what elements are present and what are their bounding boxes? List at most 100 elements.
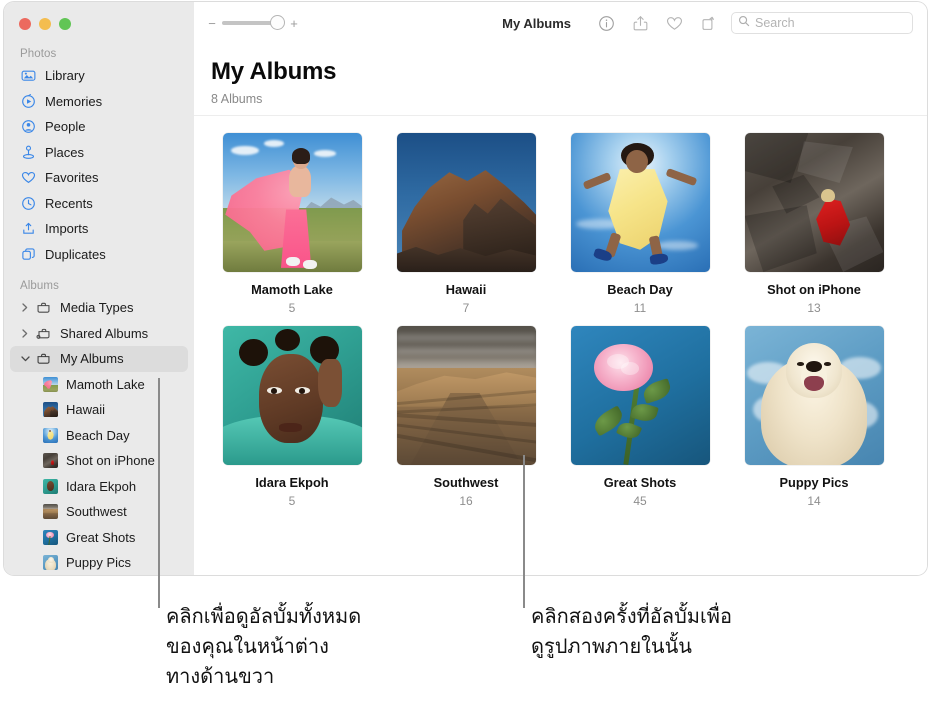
album-count: 14 (807, 494, 820, 508)
sidebar-album-beach-day[interactable]: Beach Day (10, 423, 188, 449)
sidebar-item-places[interactable]: Places (10, 140, 188, 166)
library-icon (20, 67, 37, 84)
minimize-button[interactable] (39, 18, 51, 30)
zoom-out-label[interactable]: − (208, 17, 216, 30)
album-count: 16 (459, 494, 472, 508)
album-item-hawaii[interactable]: Hawaii 7 (379, 133, 553, 315)
callout-line-right (523, 455, 525, 608)
callout-line-left (158, 378, 160, 608)
sidebar-item-people[interactable]: People (10, 114, 188, 140)
album-count: 5 (289, 494, 296, 508)
album-thumbnail[interactable] (571, 326, 710, 465)
sidebar-item-label: Places (45, 145, 84, 160)
sidebar-album-mamoth-lake[interactable]: Mamoth Lake (10, 372, 188, 398)
album-item-great-shots[interactable]: Great Shots 45 (553, 326, 727, 508)
sidebar-item-memories[interactable]: Memories (10, 89, 188, 115)
album-thumbnail (43, 479, 58, 494)
sidebar-item-label: Great Shots (66, 530, 135, 545)
album-grid: Mamoth Lake 5 Hawaii 7 (194, 116, 927, 519)
favorite-icon[interactable] (657, 10, 691, 36)
album-name: Puppy Pics (780, 475, 849, 490)
callout-text-left: คลิกเพื่อดูอัลบั้มทั้งหมด ของคุณในหน้าต่… (166, 601, 506, 691)
album-item-mamoth-lake[interactable]: Mamoth Lake 5 (205, 133, 379, 315)
heart-icon (20, 169, 37, 186)
album-thumbnail[interactable] (397, 133, 536, 272)
album-count-label: 8 Albums (211, 92, 927, 106)
sidebar-group-my-albums[interactable]: My Albums (10, 346, 188, 372)
zoom-slider[interactable]: − + (208, 17, 298, 30)
zoom-slider-knob[interactable] (271, 16, 284, 29)
sidebar-group-media-types[interactable]: Media Types (10, 295, 188, 321)
callout-text-right: คลิกสองครั้งที่อัลบั้มเพื่อ ดูรูปภาพภายใ… (531, 601, 861, 661)
sidebar-item-imports[interactable]: Imports (10, 216, 188, 242)
folder-icon (35, 350, 52, 367)
sidebar-item-label: Southwest (66, 504, 127, 519)
sidebar-item-label: Imports (45, 221, 88, 236)
sidebar-item-label: Hawaii (66, 402, 105, 417)
duplicates-icon (20, 246, 37, 263)
album-thumbnail (43, 530, 58, 545)
albums-section: Albums Media Types (4, 280, 194, 575)
sidebar-item-label: Memories (45, 94, 102, 109)
album-name: Idara Ekpoh (255, 475, 328, 490)
toolbar-right-group: My Albums (502, 2, 913, 44)
sidebar-item-recents[interactable]: Recents (10, 191, 188, 217)
sidebar-item-label: Beach Day (66, 428, 130, 443)
album-thumbnail (43, 428, 58, 443)
sidebar-group-shared-albums[interactable]: Shared Albums (10, 321, 188, 347)
album-thumbnail (43, 504, 58, 519)
sidebar-album-puppy-pics[interactable]: Puppy Pics (10, 550, 188, 575)
sidebar-item-duplicates[interactable]: Duplicates (10, 242, 188, 268)
album-thumbnail[interactable] (397, 326, 536, 465)
album-item-beach-day[interactable]: Beach Day 11 (553, 133, 727, 315)
zoom-button[interactable] (59, 18, 71, 30)
toolbar-title: My Albums (502, 16, 571, 31)
search-icon (738, 14, 750, 32)
album-thumbnail (43, 453, 58, 468)
content-header: My Albums 8 Albums (194, 44, 927, 106)
sidebar-item-favorites[interactable]: Favorites (10, 165, 188, 191)
sidebar-item-library[interactable]: Library (10, 63, 188, 89)
sidebar-item-label: People (45, 119, 85, 134)
album-item-idara-ekpoh[interactable]: Idara Ekpoh 5 (205, 326, 379, 508)
album-thumbnail[interactable] (745, 326, 884, 465)
main-content: − + My Albums (194, 2, 927, 575)
places-icon (20, 144, 37, 161)
close-button[interactable] (19, 18, 31, 30)
album-count: 7 (463, 301, 470, 315)
album-count: 13 (807, 301, 820, 315)
album-thumbnail[interactable] (571, 133, 710, 272)
zoom-slider-track[interactable] (222, 21, 284, 25)
album-thumbnail[interactable] (223, 326, 362, 465)
sidebar-item-label: Puppy Pics (66, 555, 131, 570)
album-thumbnail (43, 402, 58, 417)
sidebar-album-southwest[interactable]: Southwest (10, 499, 188, 525)
chevron-down-icon[interactable] (20, 356, 30, 362)
photos-section-title: Photos (4, 48, 194, 63)
zoom-in-label[interactable]: + (290, 17, 298, 30)
chevron-right-icon[interactable] (20, 303, 30, 312)
album-count: 45 (633, 494, 646, 508)
sidebar-album-idara-ekpoh[interactable]: Idara Ekpoh (10, 474, 188, 500)
sidebar-album-hawaii[interactable]: Hawaii (10, 397, 188, 423)
window-controls (4, 2, 194, 30)
memories-icon (20, 93, 37, 110)
sidebar-item-label: Mamoth Lake (66, 377, 145, 392)
sidebar-item-label: Media Types (60, 300, 133, 315)
sidebar-album-great-shots[interactable]: Great Shots (10, 525, 188, 551)
rotate-icon[interactable] (691, 10, 725, 36)
info-icon[interactable] (589, 10, 623, 36)
album-thumbnail (43, 377, 58, 392)
sidebar: Photos Library (4, 2, 194, 575)
album-item-southwest[interactable]: Southwest 16 (379, 326, 553, 508)
album-thumbnail[interactable] (223, 133, 362, 272)
share-icon[interactable] (623, 10, 657, 36)
album-item-shot-on-iphone[interactable]: Shot on iPhone 13 (727, 133, 901, 315)
search-input[interactable]: Search (731, 12, 913, 34)
album-count: 11 (634, 301, 646, 315)
shared-folder-icon (35, 325, 52, 342)
album-thumbnail[interactable] (745, 133, 884, 272)
sidebar-album-shot-on-iphone[interactable]: Shot on iPhone (10, 448, 188, 474)
album-item-puppy-pics[interactable]: Puppy Pics 14 (727, 326, 901, 508)
chevron-right-icon[interactable] (20, 329, 30, 338)
